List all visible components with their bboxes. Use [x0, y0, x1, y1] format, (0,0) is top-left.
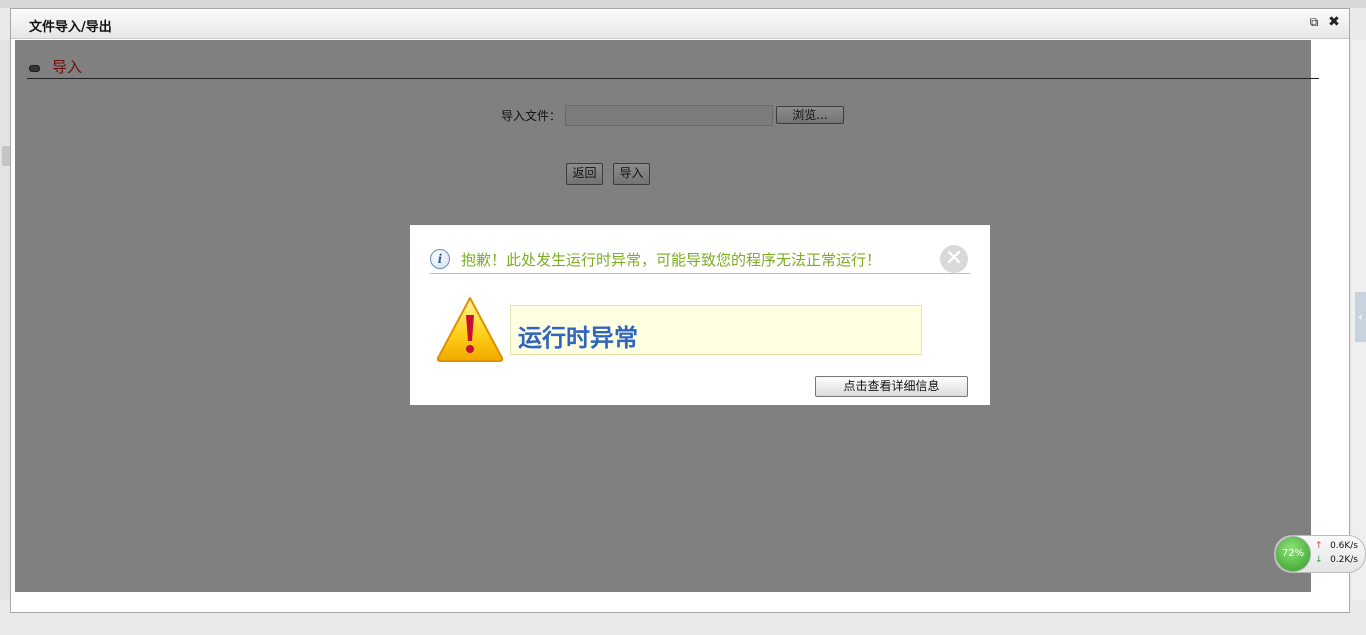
- import-section-title: 导入: [52, 58, 83, 76]
- error-dialog-header: i 抱歉！此处发生运行时异常，可能导致您的程序无法正常运行！: [430, 245, 970, 274]
- upload-speed: 0.6K/s: [1330, 541, 1358, 551]
- error-title-box: 运行时异常: [510, 305, 922, 355]
- view-details-button[interactable]: 点击查看详细信息: [815, 376, 968, 397]
- browse-button[interactable]: 浏览...: [776, 106, 844, 124]
- import-file-label: 导入文件：: [501, 109, 562, 123]
- background-mark: [2, 146, 10, 166]
- side-expand-tab[interactable]: ‹: [1355, 292, 1366, 342]
- restore-window-icon[interactable]: ⧉: [1307, 15, 1321, 29]
- import-section-header: 导入: [27, 56, 1319, 79]
- import-file-input[interactable]: [565, 105, 773, 126]
- download-arrow-icon: ↓: [1315, 555, 1323, 565]
- network-usage-ball: 72%: [1275, 536, 1311, 572]
- runtime-error-dialog: i 抱歉！此处发生运行时异常，可能导致您的程序无法正常运行！ ✕ 运行时异常 点…: [410, 225, 990, 405]
- background-left-edge: [0, 40, 10, 600]
- upload-arrow-icon: ↑: [1315, 541, 1323, 551]
- download-speed: 0.2K/s: [1330, 555, 1358, 565]
- import-button[interactable]: 导入: [613, 163, 650, 185]
- collapse-bullet-icon[interactable]: [29, 65, 40, 72]
- close-icon[interactable]: ✖: [1327, 15, 1341, 29]
- error-title: 运行时异常: [518, 324, 638, 352]
- warning-icon: [436, 297, 504, 362]
- info-icon: i: [430, 249, 450, 269]
- network-speed-widget[interactable]: 72% ↑ 0.6K/s ↓ 0.2K/s: [1274, 535, 1366, 573]
- dialog-close-icon[interactable]: ✕: [940, 245, 968, 273]
- background-top-strip: [0, 0, 1366, 8]
- error-message: 抱歉！此处发生运行时异常，可能导致您的程序无法正常运行！: [461, 251, 882, 269]
- back-button[interactable]: 返回: [566, 163, 603, 185]
- window-titlebar: 文件导入/导出 ⧉ ✖: [11, 9, 1349, 39]
- window-title: 文件导入/导出: [29, 20, 112, 35]
